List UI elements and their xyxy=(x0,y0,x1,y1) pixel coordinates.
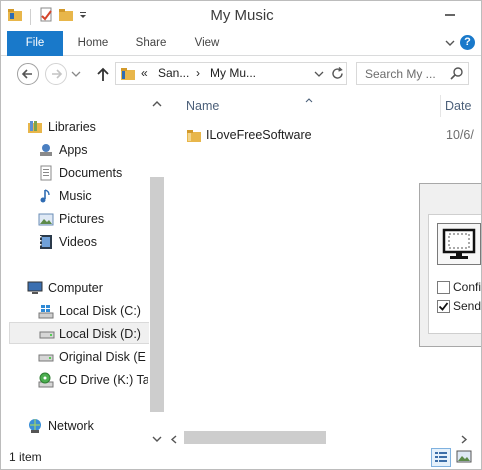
search-placeholder: Search My ... xyxy=(365,67,436,81)
explorer-window: My Music File Home Share View ? « San...… xyxy=(0,0,482,470)
libraries-icon xyxy=(27,119,43,135)
window-title: My Music xyxy=(210,7,274,24)
nav-cd-drive-k[interactable]: CD Drive (K:) Ta xyxy=(38,369,148,391)
navigation-row: « San... › My Mu... Search My ... xyxy=(1,57,481,91)
nav-local-disk-d-label: Local Disk (D:) xyxy=(59,327,141,341)
refresh-icon[interactable] xyxy=(330,66,345,81)
forward-button[interactable] xyxy=(45,63,67,85)
list-item[interactable]: ILoveFreeSoftware 10/6/ xyxy=(178,125,481,147)
confirm-checkbox[interactable] xyxy=(437,281,450,294)
pictures-icon xyxy=(38,211,54,227)
nav-computer-label: Computer xyxy=(48,281,103,295)
nav-documents-label: Documents xyxy=(59,166,123,180)
breadcrumb-overflow[interactable]: « xyxy=(141,66,148,80)
nav-pane-scrollbar[interactable] xyxy=(149,91,166,446)
scroll-left-arrow-icon[interactable] xyxy=(170,433,178,444)
music-folder-icon xyxy=(120,66,136,85)
search-box[interactable]: Search My ... xyxy=(356,62,469,85)
nav-music[interactable]: Music xyxy=(38,185,148,207)
drive-icon xyxy=(38,349,54,365)
large-icons-view-button[interactable] xyxy=(455,448,475,467)
sort-ascending-icon xyxy=(305,92,313,103)
windows-drive-icon xyxy=(38,303,54,319)
nav-documents[interactable]: Documents xyxy=(38,162,148,184)
nav-local-disk-d[interactable]: Local Disk (D:) xyxy=(9,322,155,344)
details-view-button[interactable] xyxy=(431,448,451,467)
minimize-button[interactable] xyxy=(435,3,465,25)
status-bar: 1 item xyxy=(1,446,481,469)
drive-icon xyxy=(39,326,55,342)
nav-network-label: Network xyxy=(48,419,94,433)
horizontal-scroll-thumb[interactable] xyxy=(184,431,326,444)
videos-icon xyxy=(38,234,54,250)
column-header-row: Name Date xyxy=(168,91,481,121)
scroll-right-arrow-icon[interactable] xyxy=(460,433,468,444)
tab-file[interactable]: File xyxy=(7,31,63,56)
nav-videos-label: Videos xyxy=(59,235,97,249)
documents-icon xyxy=(38,165,54,181)
breadcrumb-san[interactable]: San... xyxy=(158,66,189,80)
tab-share[interactable]: Share xyxy=(127,31,175,56)
monitor-screenshot-icon[interactable] xyxy=(437,223,481,265)
title-bar: My Music xyxy=(1,1,481,31)
ribbon-expand-chevron-icon[interactable] xyxy=(443,36,457,50)
file-name: ILoveFreeSoftware xyxy=(206,128,312,142)
scroll-up-arrow-icon[interactable] xyxy=(152,97,162,107)
nav-videos[interactable]: Videos xyxy=(38,231,148,253)
column-header-date[interactable]: Date xyxy=(445,99,471,113)
nav-pane-scroll-thumb[interactable] xyxy=(150,177,164,412)
nav-apps-label: Apps xyxy=(59,143,88,157)
help-button[interactable]: ? xyxy=(460,35,475,50)
column-divider[interactable] xyxy=(440,95,441,117)
search-icon[interactable] xyxy=(450,66,464,84)
ribbon-tabs: File Home Share View ? xyxy=(1,31,481,56)
navigation-pane: Libraries Apps Documents Music Pictures xyxy=(1,91,166,446)
nav-libraries[interactable]: Libraries xyxy=(27,116,147,138)
cd-drive-icon xyxy=(38,372,54,388)
send-label: Send t xyxy=(453,299,482,313)
nav-pictures[interactable]: Pictures xyxy=(38,208,148,230)
nav-computer[interactable]: Computer xyxy=(27,277,147,299)
confirm-label: Confir xyxy=(453,280,482,294)
breadcrumb-my-music[interactable]: My Mu... xyxy=(210,66,256,80)
up-arrow-icon[interactable] xyxy=(93,63,113,85)
recent-locations-chevron-icon[interactable] xyxy=(69,63,83,85)
overlay-dialog: Confir Send t xyxy=(419,183,482,347)
send-checkbox[interactable] xyxy=(437,300,450,313)
nav-original-disk-e[interactable]: Original Disk (E xyxy=(38,346,148,368)
nav-music-label: Music xyxy=(59,189,92,203)
tab-view[interactable]: View xyxy=(183,31,231,56)
file-date: 10/6/ xyxy=(446,128,474,142)
nav-local-disk-c[interactable]: Local Disk (C:) xyxy=(38,300,148,322)
horizontal-scrollbar[interactable] xyxy=(168,429,481,446)
nav-apps[interactable]: Apps xyxy=(38,139,148,161)
scroll-down-arrow-icon[interactable] xyxy=(152,432,162,442)
breadcrumb-separator[interactable]: › xyxy=(196,66,200,80)
computer-icon xyxy=(27,280,43,296)
nav-local-disk-c-label: Local Disk (C:) xyxy=(59,304,141,318)
nav-libraries-label: Libraries xyxy=(48,120,96,134)
music-note-icon xyxy=(38,188,54,204)
folder-icon xyxy=(186,128,202,147)
nav-network[interactable]: Network xyxy=(27,415,147,437)
address-dropdown-icon[interactable] xyxy=(312,66,326,81)
nav-pictures-label: Pictures xyxy=(59,212,105,226)
apps-icon xyxy=(38,142,54,158)
nav-original-disk-e-label: Original Disk (E xyxy=(59,350,146,364)
network-icon xyxy=(27,418,43,434)
dialog-panel: Confir Send t xyxy=(428,214,482,334)
nav-cd-drive-k-label: CD Drive (K:) Ta xyxy=(59,373,148,387)
address-bar[interactable]: « San... › My Mu... xyxy=(115,62,347,85)
column-header-name[interactable]: Name xyxy=(186,99,219,113)
tab-home[interactable]: Home xyxy=(69,31,117,56)
back-button[interactable] xyxy=(17,63,39,85)
item-count: 1 item xyxy=(9,450,42,464)
